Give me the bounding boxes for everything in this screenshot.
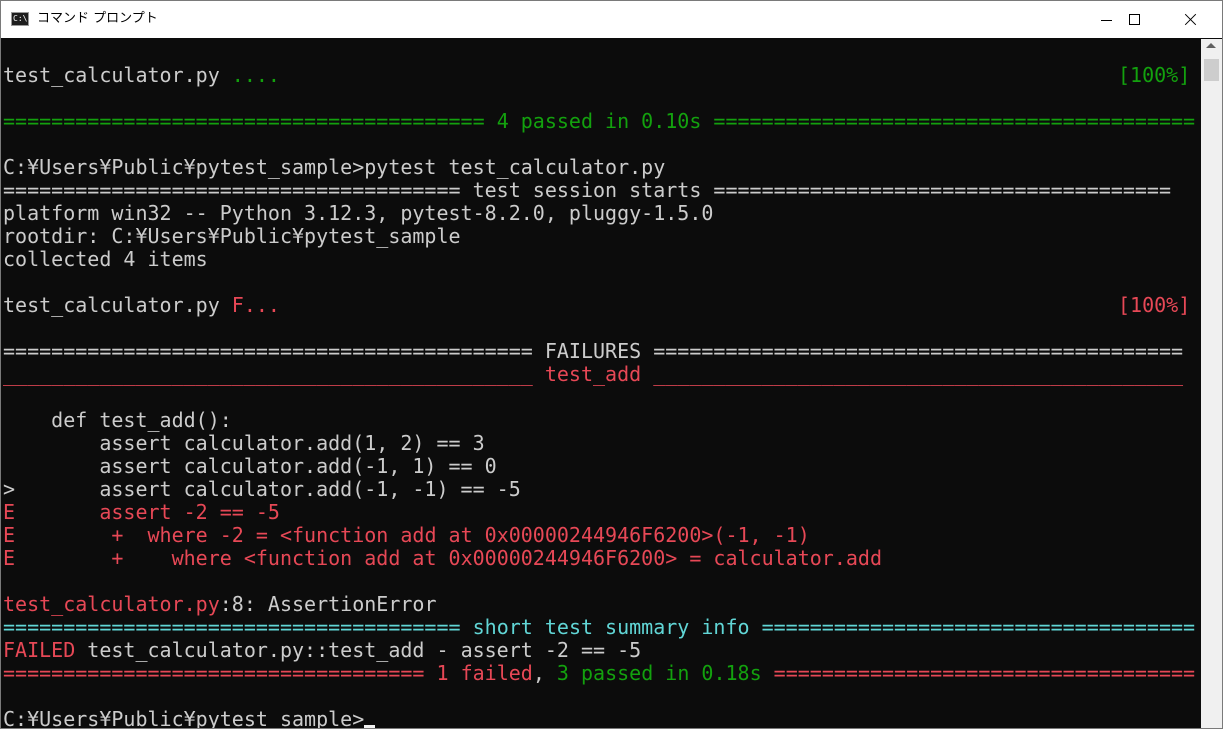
text-cursor [364,725,376,728]
maximize-button[interactable] [1111,1,1157,38]
platform-line: platform win32 -- Python 3.12.3, pytest-… [3,201,714,225]
command-prompt-window: C:\. コマンド プロンプト test_calculator.py .... … [0,0,1223,729]
prompt-text: C:¥Users¥Public¥pytest_sample> [3,707,365,729]
scroll-up-arrow-icon[interactable] [1206,43,1216,48]
error-line: E + where -2 = <function add at 0x000002… [3,523,810,547]
code-line-failing: > assert calculator.add(-1, -1) == -5 [3,477,521,501]
error-location-line: test_calculator.py:8: AssertionError [3,592,437,616]
vertical-scrollbar[interactable] [1201,39,1222,728]
final-failed-count: 1 failed [436,661,533,685]
run1-progress-percent: [100%] [1118,63,1191,87]
session-header: ====================================== t… [3,178,1171,202]
window-title: コマンド プロンプト [37,11,158,26]
console-output[interactable]: test_calculator.py .... [100%] =========… [1,39,1201,728]
final-passed-count: 3 passed in 0.18s [556,661,762,685]
failures-header: ========================================… [3,339,1184,363]
close-button[interactable] [1167,1,1213,38]
run1-summary-text: 4 passed in 0.10s [496,109,702,133]
maximize-icon [1129,14,1140,25]
scrollbar-thumb[interactable] [1204,59,1219,81]
code-line: def test_add(): [3,408,232,432]
run1-result-line: test_calculator.py .... [3,63,280,87]
console-app-icon: C:\. [11,12,32,26]
short-summary-header: ====================================== s… [3,615,1196,639]
run1-progress-dots: .... [231,63,280,87]
run2-result-line: test_calculator.py F... [3,293,280,317]
error-line: E + where <function add at 0x00000244946… [3,546,882,570]
command-line: C:¥Users¥Public¥pytest_sample>pytest tes… [3,155,666,179]
close-icon [1184,13,1197,26]
run2-fail-marker: F [231,293,244,317]
run2-progress-percent: [100%] [1118,293,1191,317]
rootdir-line: rootdir: C:¥Users¥Public¥pytest_sample [3,224,461,248]
run1-summary-line: ========================================… [3,109,1196,133]
failed-test-line: FAILED test_calculator.py::test_add - as… [3,638,642,662]
code-line: assert calculator.add(-1, 1) == 0 [3,454,497,478]
error-line: E assert -2 == -5 [3,500,280,524]
prompt-line[interactable]: C:¥Users¥Public¥pytest_sample> [3,707,376,729]
code-line: assert calculator.add(1, 2) == 3 [3,431,485,455]
final-summary-line: =================================== 1 fa… [3,661,1196,685]
failed-label: FAILED [3,638,76,662]
test-add-header: ________________________________________… [3,362,1184,386]
title-bar[interactable]: C:\. コマンド プロンプト [1,1,1222,38]
collected-line: collected 4 items [3,247,208,271]
